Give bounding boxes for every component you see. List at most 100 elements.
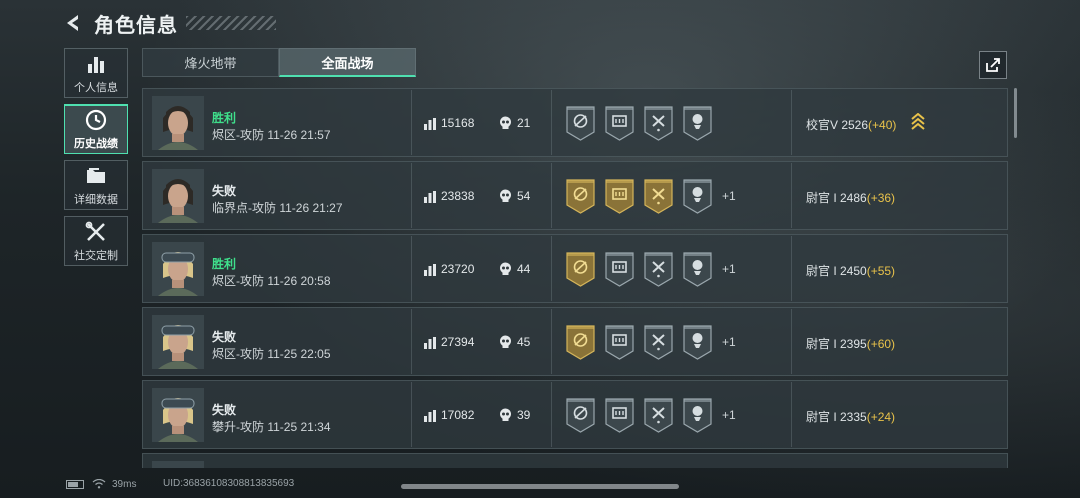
medal-badge-icon[interactable]	[566, 106, 595, 141]
score-icon	[424, 263, 436, 276]
match-result: 胜利	[212, 111, 237, 125]
medal-badge-icon[interactable]	[605, 325, 634, 360]
page-header: 角色信息	[62, 8, 276, 38]
divider	[411, 236, 412, 301]
score-icon	[424, 336, 436, 349]
divider	[411, 163, 412, 228]
medal-badge-icon[interactable]	[566, 398, 595, 433]
rank-name-points: 尉官 I 2450	[806, 264, 867, 278]
match-row[interactable]: 胜利 烬区-攻防 11-26 20:58 23720 44 +1 尉官 I 2450(+5…	[142, 234, 1008, 303]
medal-badge-icon[interactable]	[683, 252, 712, 287]
share-button[interactable]	[979, 51, 1007, 79]
ping-text: 39ms	[112, 478, 137, 490]
clock-icon	[85, 109, 107, 131]
rank-name-points: 尉官 I 2486	[806, 191, 867, 205]
tab-total-war[interactable]: 全面战场	[279, 48, 416, 77]
match-row[interactable]: 失败 临界点-攻防 11-26 21:27 23838 54 +1 尉官 I 2486(+…	[142, 161, 1008, 230]
medal-badge-icon[interactable]	[605, 179, 634, 214]
share-icon	[986, 58, 1000, 72]
more-medals-count: +1	[722, 189, 736, 203]
skull-icon	[499, 262, 512, 276]
nav-label: 社交定制	[74, 249, 118, 262]
player-avatar	[152, 242, 204, 296]
medal-badge-icon[interactable]	[605, 398, 634, 433]
more-medals-count: +1	[722, 262, 736, 276]
match-kills: 21	[517, 116, 531, 130]
nav-social-custom[interactable]: 社交定制	[64, 216, 128, 266]
skull-icon	[499, 335, 512, 349]
nav-detailed-data[interactable]: 详细数据	[64, 160, 128, 210]
player-avatar	[152, 169, 204, 223]
rank-info: 尉官 I 2335(+24)	[806, 408, 895, 425]
chevron-rank-icon	[911, 112, 925, 131]
wifi-icon	[92, 479, 106, 489]
nav-match-history[interactable]: 历史战绩	[64, 104, 128, 154]
score-icon	[424, 117, 436, 130]
rank-name-points: 尉官 I 2395	[806, 337, 867, 351]
medal-badge-icon[interactable]	[566, 252, 595, 287]
side-nav: 个人信息 历史战绩 详细数据 社交定制	[64, 48, 128, 272]
back-arrow-icon[interactable]	[62, 12, 84, 34]
match-map-time: 烬区-攻防 11-26 21:57	[212, 128, 331, 142]
medal-badge-icon[interactable]	[566, 179, 595, 214]
nav-label: 详细数据	[74, 193, 118, 206]
match-result: 失败	[212, 184, 237, 198]
more-medals-count: +1	[722, 335, 736, 349]
medal-badge-icon[interactable]	[683, 179, 712, 214]
divider	[791, 90, 792, 155]
rank-delta: (+55)	[866, 264, 896, 278]
medal-badge-icon[interactable]	[644, 325, 673, 360]
score-icon	[424, 190, 436, 203]
rank-info: 校官V 2526(+40)	[806, 116, 896, 133]
player-avatar	[152, 315, 204, 369]
title-decoration	[186, 16, 276, 30]
rank-delta: (+24)	[866, 410, 896, 424]
match-row[interactable]: 失败 烬区-攻防 11-25 22:05 27394 45 +1 尉官 I 2395(+6…	[142, 307, 1008, 376]
uid-text: UID:36836108308813835693	[163, 478, 295, 489]
medal-badge-icon[interactable]	[605, 106, 634, 141]
match-row-partial[interactable]	[142, 453, 1008, 468]
player-avatar	[152, 96, 204, 150]
nav-personal-info[interactable]: 个人信息	[64, 48, 128, 98]
tab-hazard-zone[interactable]: 烽火地带	[142, 48, 279, 77]
divider	[551, 309, 552, 374]
skull-icon	[499, 189, 512, 203]
divider	[551, 236, 552, 301]
player-avatar	[152, 388, 204, 442]
medal-badge-icon[interactable]	[683, 398, 712, 433]
mode-tabs: 烽火地带 全面战场	[142, 48, 416, 77]
match-kills: 44	[517, 262, 531, 276]
match-score: 23838	[441, 189, 475, 203]
folder-icon	[87, 167, 105, 183]
match-history-list[interactable]: 胜利 烬区-攻防 11-26 21:57 15168 21 校官V 2526(+40) 失…	[142, 88, 1008, 468]
rank-name-points: 校官V 2526	[806, 118, 869, 132]
divider	[791, 236, 792, 301]
medal-badge-icon[interactable]	[644, 252, 673, 287]
medal-badge-icon[interactable]	[644, 398, 673, 433]
more-medals-count: +1	[722, 408, 736, 422]
medal-badge-icon[interactable]	[644, 106, 673, 141]
page-title: 角色信息	[94, 14, 178, 37]
skull-icon	[499, 408, 512, 422]
divider	[791, 309, 792, 374]
medal-badge-icon[interactable]	[683, 106, 712, 141]
divider	[791, 163, 792, 228]
home-indicator[interactable]	[401, 484, 679, 489]
divider	[411, 309, 412, 374]
match-map-time: 攀升-攻防 11-25 21:34	[212, 420, 331, 434]
rank-name-points: 尉官 I 2335	[806, 410, 867, 424]
score-icon	[424, 409, 436, 422]
divider	[411, 382, 412, 447]
rank-delta: (+40)	[868, 118, 897, 132]
scrollbar[interactable]	[1014, 88, 1017, 138]
battery-icon	[66, 479, 84, 489]
medal-badge-icon[interactable]	[605, 252, 634, 287]
match-result: 失败	[212, 403, 237, 417]
player-avatar	[152, 461, 204, 468]
match-row[interactable]: 胜利 烬区-攻防 11-26 21:57 15168 21 校官V 2526(+40)	[142, 88, 1008, 157]
medal-badge-icon[interactable]	[566, 325, 595, 360]
match-row[interactable]: 失败 攀升-攻防 11-25 21:34 17082 39 +1 尉官 I 2335(+2…	[142, 380, 1008, 449]
medal-badge-icon[interactable]	[683, 325, 712, 360]
medal-badge-icon[interactable]	[644, 179, 673, 214]
rank-info: 尉官 I 2450(+55)	[806, 262, 895, 279]
